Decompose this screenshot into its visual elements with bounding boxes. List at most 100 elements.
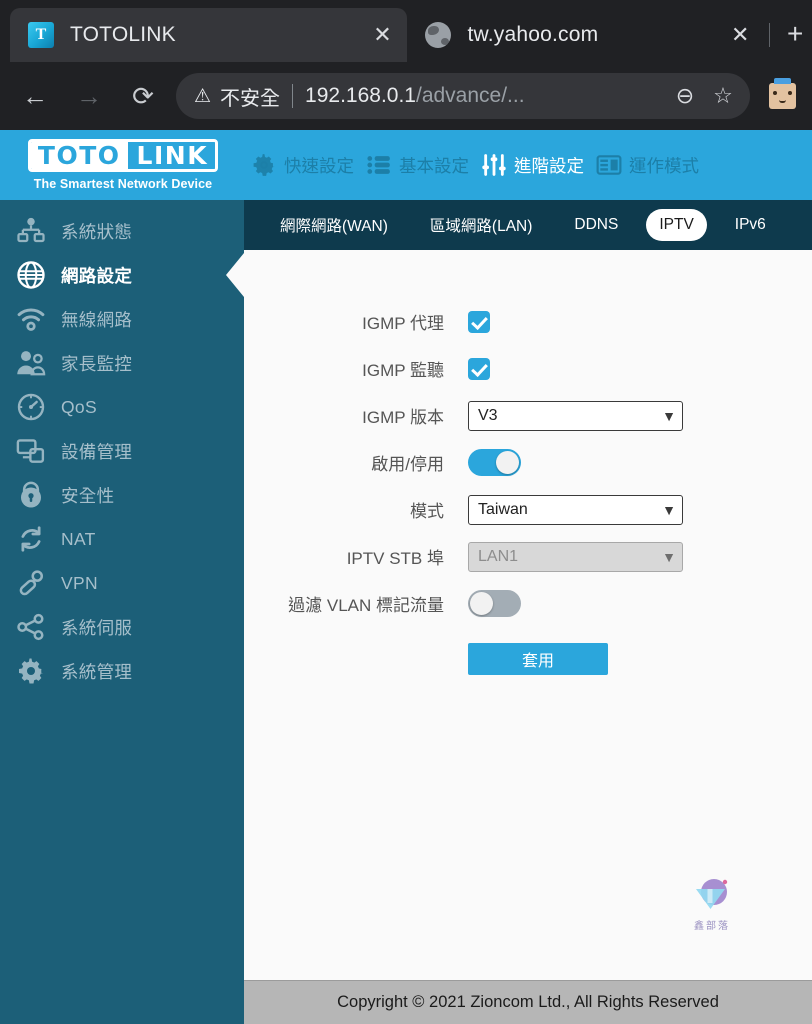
sidebar-item-label: QoS xyxy=(61,396,97,417)
form-row-igmp-version: IGMP 版本 V3 ▼ xyxy=(244,392,812,439)
sidebar-item-network-settings[interactable]: 網路設定 xyxy=(0,253,244,297)
sidebar-item-security[interactable]: 安全性 xyxy=(0,473,244,517)
form-row-enable-disable: 啟用/停用 xyxy=(244,439,812,486)
top-navigation: 快速設定 基本設定 進階設定 運作模式 xyxy=(232,152,812,178)
address-bar[interactable]: ⚠ 不安全 192.168.0.1/advance/... ⊖ ☆ xyxy=(176,73,750,119)
zoom-out-icon[interactable]: ⊖ xyxy=(666,77,704,115)
new-tab-button[interactable]: + xyxy=(778,17,812,51)
sidebar-item-label: 設備管理 xyxy=(61,441,133,462)
form-label: IGMP 代理 xyxy=(362,314,444,333)
browser-tab-title: TOTOLINK xyxy=(70,23,176,46)
network-status-icon xyxy=(16,216,46,246)
form-label: IGMP 監聽 xyxy=(362,361,444,380)
bookmark-star-icon[interactable]: ☆ xyxy=(704,77,742,115)
form-control xyxy=(468,310,490,333)
filter-vlan-tagged-toggle[interactable] xyxy=(468,590,521,617)
content-panel: 網際網路(WAN) 區域網路(LAN) DDNS IPTV IPv6 IGMP … xyxy=(244,200,812,1024)
wifi-icon xyxy=(16,304,46,334)
select-value: LAN1 xyxy=(478,547,519,565)
speedometer-icon xyxy=(16,392,46,422)
globe-icon xyxy=(16,260,46,290)
sidebar-item-qos[interactable]: QoS xyxy=(0,385,244,429)
back-button[interactable]: ← xyxy=(12,73,58,119)
chevron-down-icon: ▼ xyxy=(662,501,676,518)
sidebar-item-device-management[interactable]: 設備管理 xyxy=(0,429,244,473)
mode-select[interactable]: Taiwan ▼ xyxy=(468,494,683,525)
close-icon[interactable]: ✕ xyxy=(725,20,755,50)
apply-button[interactable]: 套用 xyxy=(468,643,608,675)
refresh-icon xyxy=(16,524,46,554)
topnav-label: 進階設定 xyxy=(514,155,584,176)
topnav-label: 基本設定 xyxy=(399,155,469,176)
devices-icon xyxy=(16,436,46,466)
browser-tabstrip: T TOTOLINK ✕ tw.yahoo.com ✕ + xyxy=(0,0,812,62)
tab-wan[interactable]: 網際網路(WAN) xyxy=(266,208,402,242)
sidebar-item-label: 系統伺服 xyxy=(61,617,133,638)
browser-tab-yahoo[interactable]: tw.yahoo.com ✕ xyxy=(407,8,765,62)
topnav-item-advanced-setup[interactable]: 進階設定 xyxy=(478,152,587,178)
profile-avatar[interactable] xyxy=(760,74,804,118)
form-label: IGMP 版本 xyxy=(362,408,444,427)
sidebar-item-label: 網路設定 xyxy=(61,265,133,286)
browser-toolbar: ← → ⟳ ⚠ 不安全 192.168.0.1/advance/... ⊖ ☆ xyxy=(0,62,812,130)
form-row-igmp-proxy: IGMP 代理 xyxy=(244,298,812,345)
totolink-favicon: T xyxy=(28,22,54,48)
url-host: 192.168.0.1 xyxy=(305,84,416,107)
close-icon[interactable]: ✕ xyxy=(367,20,397,50)
toggle-knob xyxy=(496,451,519,474)
sidebar-item-vpn[interactable]: VPN xyxy=(0,561,244,605)
igmp-snooping-checkbox[interactable] xyxy=(468,357,490,380)
parental-control-icon xyxy=(16,348,46,378)
sidebar-item-nat[interactable]: NAT xyxy=(0,517,244,561)
form-control: Taiwan ▼ xyxy=(468,494,683,525)
tab-iptv[interactable]: IPTV xyxy=(646,209,707,241)
gear-icon xyxy=(251,152,277,178)
sidebar-item-system-management[interactable]: 系統管理 xyxy=(0,649,244,693)
form-row-iptv-stb-port: IPTV STB 埠 LAN1 ▼ xyxy=(244,533,812,580)
browser-tab-title: tw.yahoo.com xyxy=(467,23,599,46)
iptv-stb-port-select: LAN1 ▼ xyxy=(468,541,683,572)
sidebar-item-wireless[interactable]: 無線網路 xyxy=(0,297,244,341)
sidebar-item-system-service[interactable]: 系統伺服 xyxy=(0,605,244,649)
sidebar-item-label: 安全性 xyxy=(61,485,115,506)
topnav-item-operation-mode[interactable]: 運作模式 xyxy=(593,152,702,178)
tab-ddns[interactable]: DDNS xyxy=(560,210,632,240)
site-watermark: 鑫部落 xyxy=(680,876,744,932)
sidebar-navigation: 系統狀態 網路設定 無線網路 家長監控 QoS 設備管理 安全性 NAT VPN… xyxy=(0,200,244,1024)
logo-text-toto: TOTO xyxy=(30,142,128,169)
window-icon xyxy=(596,152,622,178)
tab-ipv6[interactable]: IPv6 xyxy=(721,210,780,240)
logo-box: TOTO LINK xyxy=(27,139,219,172)
sidebar-item-parental-control[interactable]: 家長監控 xyxy=(0,341,244,385)
router-admin-page: TOTO LINK The Smartest Network Device 快速… xyxy=(0,130,812,1024)
page-body: 系統狀態 網路設定 無線網路 家長監控 QoS 設備管理 安全性 NAT VPN… xyxy=(0,200,812,1024)
topnav-item-basic-setup[interactable]: 基本設定 xyxy=(363,152,472,178)
reload-button[interactable]: ⟳ xyxy=(120,73,166,119)
url-text: 192.168.0.1/advance/... xyxy=(305,84,666,108)
omnibox-divider xyxy=(292,84,294,108)
key-icon xyxy=(16,568,46,598)
iptv-settings-form: IGMP 代理 IGMP 監聽 IGMP 版本 V3 ▼ 啟用/停用 模式 Ta… xyxy=(244,250,812,980)
enable-disable-toggle[interactable] xyxy=(468,449,521,476)
logo-tagline: The Smartest Network Device xyxy=(33,177,213,191)
igmp-proxy-checkbox[interactable] xyxy=(468,310,490,333)
sidebar-item-label: 系統狀態 xyxy=(61,221,133,242)
sidebar-item-label: NAT xyxy=(61,528,96,549)
sidebar-item-system-status[interactable]: 系統狀態 xyxy=(0,209,244,253)
tab-lan[interactable]: 區域網路(LAN) xyxy=(416,208,546,242)
igmp-version-select[interactable]: V3 ▼ xyxy=(468,400,683,431)
avatar-icon xyxy=(768,78,796,109)
toggle-knob xyxy=(470,592,493,615)
list-icon xyxy=(366,152,392,178)
logo-text-link: LINK xyxy=(127,142,216,169)
form-label: IPTV STB 埠 xyxy=(346,549,444,568)
topnav-item-quick-setup[interactable]: 快速設定 xyxy=(248,152,357,178)
browser-tab-totolink[interactable]: T TOTOLINK ✕ xyxy=(10,8,408,62)
form-label: 過濾 VLAN 標記流量 xyxy=(288,596,444,615)
watermark-logo-icon xyxy=(692,876,732,916)
forward-button[interactable]: → xyxy=(66,73,112,119)
form-control: V3 ▼ xyxy=(468,400,683,431)
form-row-igmp-snooping: IGMP 監聽 xyxy=(244,345,812,392)
totolink-logo[interactable]: TOTO LINK The Smartest Network Device xyxy=(14,139,232,191)
globe-icon xyxy=(425,22,452,48)
